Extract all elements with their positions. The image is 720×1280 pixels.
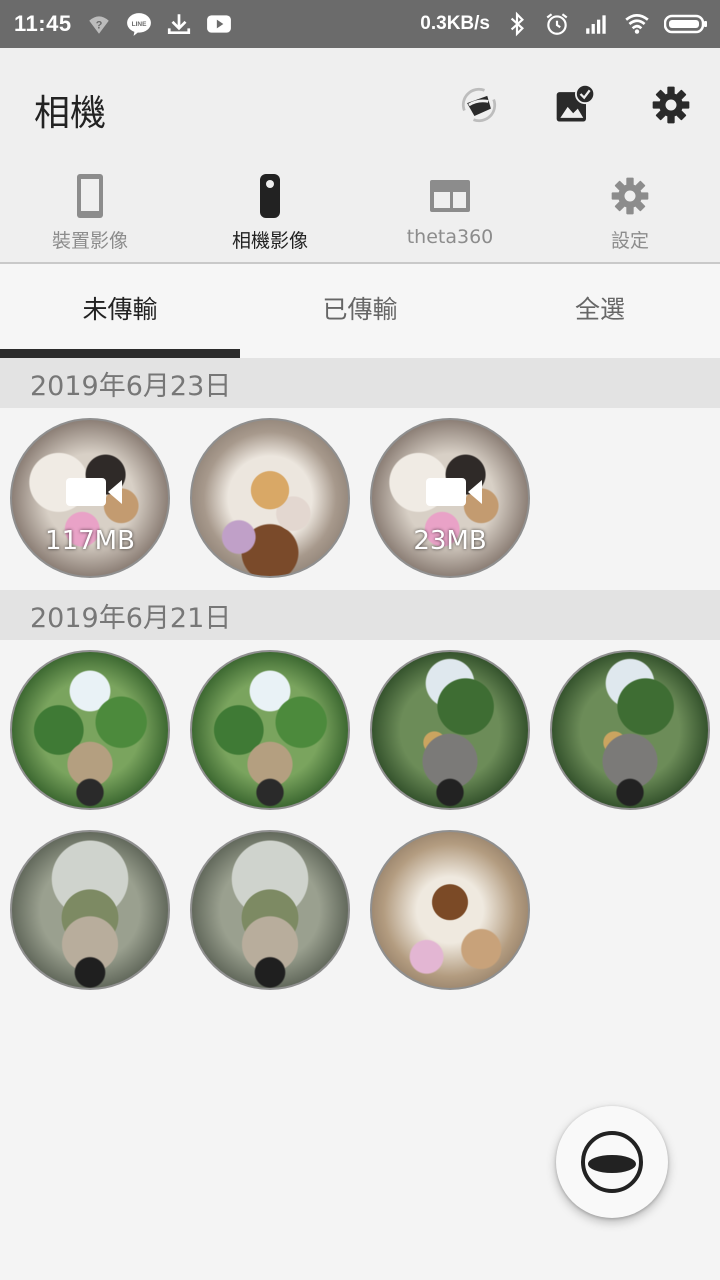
gallery-check-icon [556, 83, 596, 122]
alarm-icon [544, 11, 570, 37]
file-size-label: 23MB [413, 526, 487, 556]
bluetooth-icon [504, 11, 530, 37]
mode-label: 裝置影像 [51, 230, 128, 252]
wifi-question-icon: ? [86, 11, 112, 37]
media-thumbnail[interactable] [370, 830, 530, 990]
date-header: 2019年6月23日 [0, 358, 720, 408]
sync-camera-button[interactable] [454, 80, 504, 130]
mode-nav: 裝置影像 相機影像 theta360 設定 [0, 162, 720, 264]
gear-icon [611, 177, 649, 215]
download-icon [166, 11, 192, 37]
media-thumbnail[interactable] [190, 830, 350, 990]
mode-theta360[interactable]: theta360 [360, 162, 540, 262]
mode-device-images[interactable]: 裝置影像 [0, 162, 180, 262]
gallery-button[interactable] [550, 80, 600, 130]
media-thumbnail[interactable] [190, 650, 350, 810]
svg-text:LINE: LINE [131, 21, 146, 28]
tab-select-all[interactable]: 全選 [480, 264, 720, 358]
web-window-icon [430, 180, 470, 212]
signal-icon [584, 11, 610, 37]
media-thumbnail[interactable]: 117MB [10, 418, 170, 578]
settings-button[interactable] [646, 80, 696, 130]
app-bar: 相機 [0, 48, 720, 162]
tab-not-transferred[interactable]: 未傳輸 [0, 264, 240, 358]
wifi-icon [624, 11, 650, 37]
page-title: 相機 [34, 93, 107, 134]
camera-device-icon [260, 174, 280, 218]
transfer-tabs: 未傳輸 已傳輸 全選 [0, 264, 720, 358]
theta-camera-icon [581, 1131, 643, 1193]
sync-camera-icon [461, 87, 497, 123]
status-bar: 11:45 ? LINE 0.3KB/s [0, 0, 720, 48]
mode-label: 設定 [610, 230, 649, 252]
tab-transferred[interactable]: 已傳輸 [240, 264, 480, 358]
date-header: 2019年6月21日 [0, 590, 720, 640]
video-camera-icon [426, 478, 482, 506]
media-thumbnail[interactable]: 23MB [370, 418, 530, 578]
status-time: 11:45 [14, 11, 72, 36]
youtube-icon [206, 11, 232, 37]
line-app-icon: LINE [126, 11, 152, 37]
battery-icon [664, 11, 708, 37]
media-thumbnail[interactable] [10, 830, 170, 990]
media-thumbnail[interactable] [10, 650, 170, 810]
media-thumbnail[interactable] [190, 418, 350, 578]
svg-text:?: ? [95, 19, 102, 31]
media-thumbnail[interactable] [550, 650, 710, 810]
mode-camera-images[interactable]: 相機影像 [180, 162, 360, 262]
phone-icon [77, 174, 103, 218]
file-size-label: 117MB [45, 526, 135, 556]
mode-settings[interactable]: 設定 [540, 162, 720, 262]
network-speed: 0.3KB/s [420, 13, 490, 34]
media-thumbnail[interactable] [370, 650, 530, 810]
shoot-fab-button[interactable] [556, 1106, 668, 1218]
mode-label: theta360 [406, 226, 494, 248]
settings-gear-icon [652, 86, 690, 124]
mode-label: 相機影像 [231, 230, 308, 252]
video-camera-icon [66, 478, 122, 506]
